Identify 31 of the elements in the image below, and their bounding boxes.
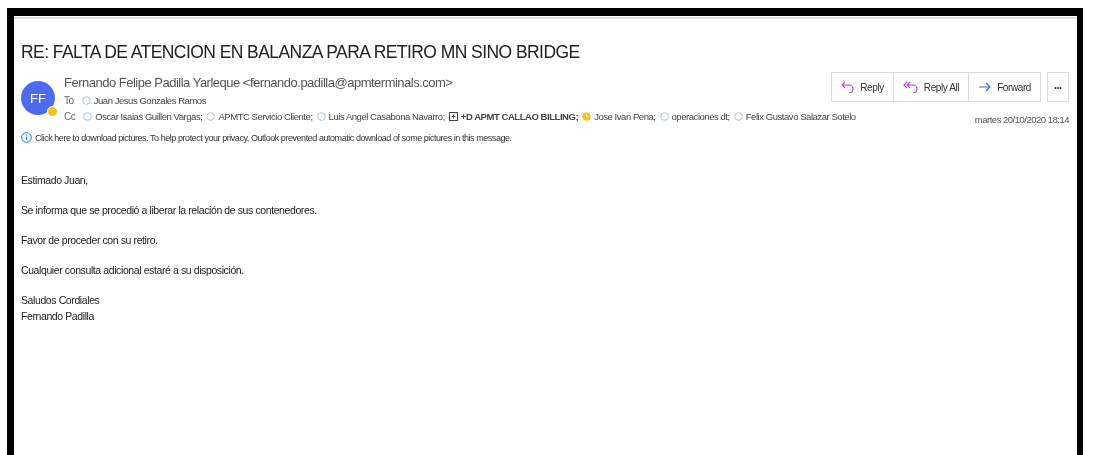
away-status-icon xyxy=(582,112,592,121)
body-text: Cualquier consulta adicional estaré a su disposición. xyxy=(21,264,245,276)
recipient-name[interactable]: Jose Ivan Pena; xyxy=(594,111,656,122)
recipient-name[interactable]: Oscar Isaias Guillen Vargas; xyxy=(95,111,203,122)
recipient-name[interactable]: +D APMT CALLAO BILLING; xyxy=(460,111,579,122)
recipient-label: Cc xyxy=(64,111,76,122)
recipient-label: To xyxy=(64,95,74,106)
presence-icon xyxy=(733,112,743,121)
body-text: Se informa que se procedió a liberar la relación de sus contenedores. xyxy=(21,204,318,216)
sender-avatar: FF xyxy=(21,81,55,115)
recipient-name[interactable]: Luis Angel Casabona Navarro; xyxy=(328,111,445,122)
presence-icon xyxy=(659,112,669,121)
download-pictures-message[interactable]: Click here to download pictures. To help protect your privacy, Outlook prevented automatic download of some pictures in this message. xyxy=(35,132,512,143)
email-subject: RE: FALTA DE ATENCION EN BALANZA PARA RETIRO MN SINO BRIDGE xyxy=(21,41,581,63)
reply-all-icon xyxy=(902,81,918,93)
recipient-name[interactable]: Juan Jesus Gonzales Ramos xyxy=(93,95,206,106)
presence-icon xyxy=(316,112,326,121)
body-text: Fernando Padilla xyxy=(21,310,96,322)
recipient-name[interactable]: Felix Gustavo Salazar Sotelo xyxy=(745,111,856,122)
presence-icon xyxy=(206,112,216,121)
info-icon xyxy=(21,132,32,143)
expand-group-icon[interactable] xyxy=(448,112,458,121)
body-text: Saludos Cordiales xyxy=(21,294,101,306)
body-text: Favor de proceder con su retiro. xyxy=(21,234,159,246)
recipient-name[interactable]: operaciones dt; xyxy=(671,111,730,122)
sender-name[interactable]: Fernando Felipe Padilla Yarleque <fernando.padilla@apmterminals.com> xyxy=(64,75,832,90)
body-text: Estimado Juan, xyxy=(21,174,89,186)
recipient-name[interactable]: APMTC Servicio Cliente; xyxy=(218,111,313,122)
reply-icon xyxy=(841,81,855,93)
sent-date: martes 20/10/2020 18:14 xyxy=(974,114,1069,125)
forward-icon xyxy=(978,81,992,93)
